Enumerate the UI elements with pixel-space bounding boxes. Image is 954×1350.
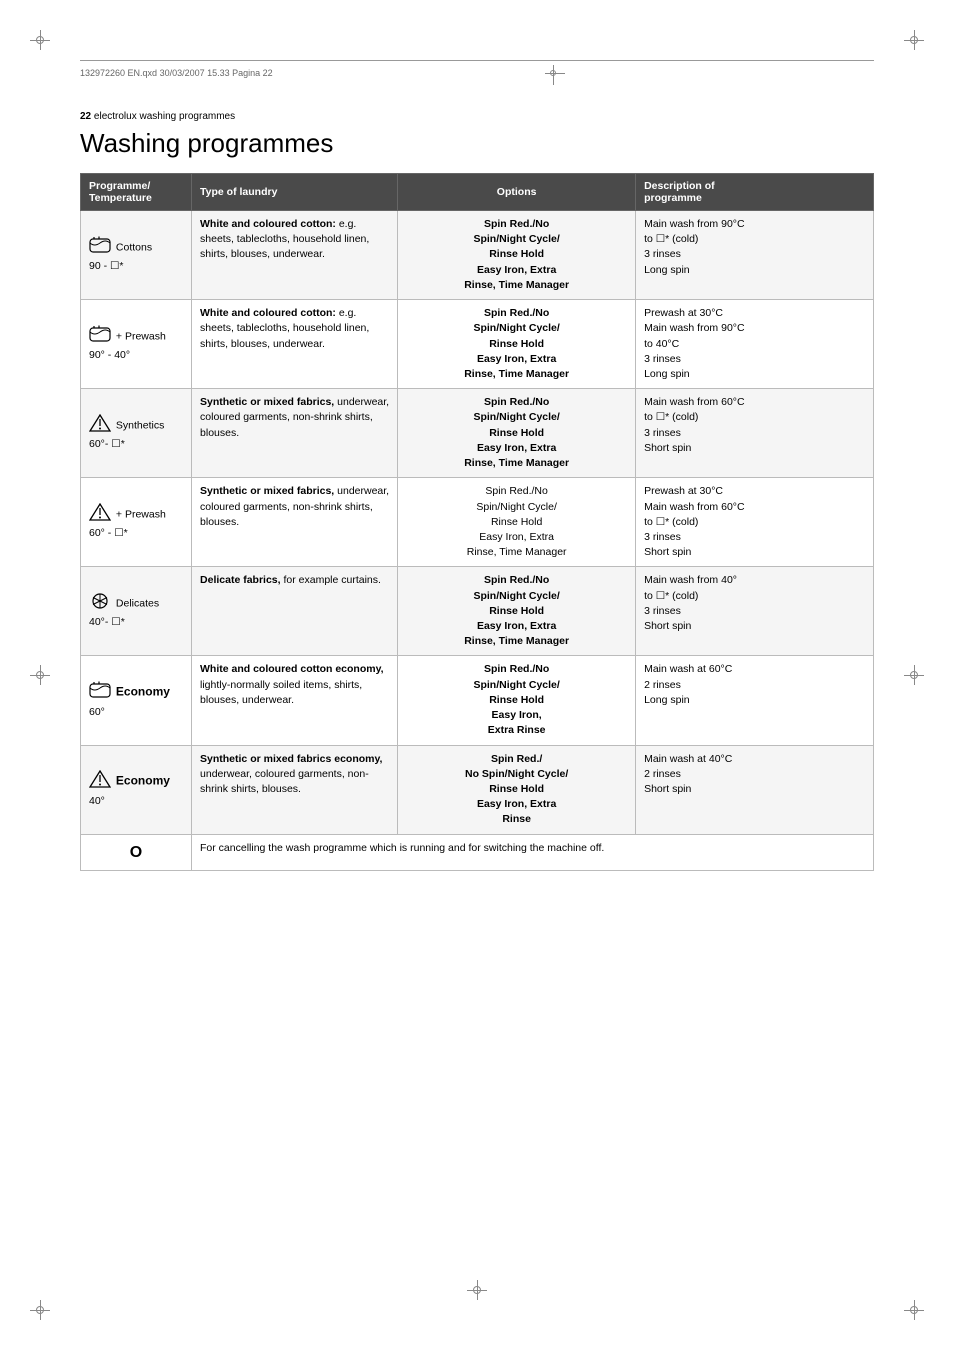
prog-temp-delicates: 40°- ☐* [89,615,183,630]
crosshair-bottom [467,1280,487,1300]
doc-file-info: 132972260 EN.qxd 30/03/2007 15.33 Pagina… [80,68,273,78]
crosshair-bl [30,1300,50,1320]
doc-info-bar: 132972260 EN.qxd 30/03/2007 15.33 Pagina… [80,60,874,81]
prog-temp-synthetics-prewash: 60° - ☐* [89,526,183,541]
programme-synthetics: Synthetics 60°- ☐* [81,389,192,478]
table-row: Economy 60° White and coloured cotton ec… [81,656,874,745]
crosshair-right [904,665,924,685]
programme-cottons: Cottons 90 - ☐* [81,211,192,300]
crosshair-tr [904,30,924,50]
page-subtitle: 22 electrolux washing programmes [80,111,874,122]
cancel-icon: O [130,844,142,861]
desc-synthetics: Main wash from 60°Cto ☐* (cold)3 rinsesS… [636,389,874,478]
prog-temp-synthetics: 60°- ☐* [89,437,183,452]
washing-programmes-table: Programme/Temperature Type of laundry Op… [80,173,874,871]
type-synthetics: Synthetic or mixed fabrics, underwear, c… [192,389,398,478]
table-row: + Prewash 60° - ☐* Synthetic or mixed fa… [81,478,874,567]
prog-temp-cottons: 90 - ☐* [89,259,183,274]
delicates-icon [89,592,111,615]
page-number: 22 [80,111,91,122]
type-synthetics-prewash: Synthetic or mixed fabrics, underwear, c… [192,478,398,567]
programme-cottons-prewash: + Prewash 90° - 40° [81,300,192,389]
desc-cottons-prewash: Prewash at 30°CMain wash from 90°Cto 40°… [636,300,874,389]
prog-name-economy-40: Economy [116,774,170,788]
programme-economy-40: Economy 40° [81,745,192,834]
cottons-icon [89,236,111,259]
desc-synthetics-prewash: Prewash at 30°CMain wash from 60°Cto ☐* … [636,478,874,567]
prog-temp-economy-40: 40° [89,794,183,809]
table-row: O For cancelling the wash programme whic… [81,834,874,870]
type-cottons: White and coloured cotton: e.g. sheets, … [192,211,398,300]
prog-name-cottons: Cottons [116,241,152,253]
table-row: + Prewash 90° - 40° White and coloured c… [81,300,874,389]
desc-cottons: Main wash from 90°Cto ☐* (cold)3 rinsesL… [636,211,874,300]
section-name: washing programmes [140,111,236,122]
type-cancel: For cancelling the wash programme which … [192,834,874,870]
type-economy-40: Synthetic or mixed fabrics economy, unde… [192,745,398,834]
prog-name-synthetics-prewash: + Prewash [116,509,166,521]
page: 132972260 EN.qxd 30/03/2007 15.33 Pagina… [0,0,954,1350]
col-header-description: Description ofprogramme [636,174,874,211]
col-header-programme: Programme/Temperature [81,174,192,211]
crosshair-br [904,1300,924,1320]
prog-name-delicates: Delicates [116,598,159,610]
prog-name-economy-60: Economy [116,685,170,699]
programme-synthetics-prewash: + Prewash 60° - ☐* [81,478,192,567]
desc-delicates: Main wash from 40°to ☐* (cold)3 rinsesSh… [636,567,874,656]
programme-economy-60: Economy 60° [81,656,192,745]
desc-economy-40: Main wash at 40°C2 rinsesShort spin [636,745,874,834]
prog-temp-cottons-prewash: 90° - 40° [89,348,183,363]
options-economy-40: Spin Red./No Spin/Night Cycle/Rinse Hold… [398,745,636,834]
economy-synth-icon [89,770,111,793]
programme-delicates: Delicates 40°- ☐* [81,567,192,656]
table-row: Delicates 40°- ☐* Delicate fabrics, for … [81,567,874,656]
desc-economy-60: Main wash at 60°C2 rinsesLong spin [636,656,874,745]
col-header-options: Options [398,174,636,211]
options-delicates: Spin Red./NoSpin/Night Cycle/Rinse HoldE… [398,567,636,656]
type-cottons-prewash: White and coloured cotton: e.g. sheets, … [192,300,398,389]
prog-temp-economy-60: 60° [89,705,183,720]
col-header-type: Type of laundry [192,174,398,211]
synthetics-prewash-icon [89,503,111,526]
crosshair-left [30,665,50,685]
options-synthetics: Spin Red./NoSpin/Night Cycle/Rinse HoldE… [398,389,636,478]
options-synthetics-prewash: Spin Red./NoSpin/Night Cycle/Rinse HoldE… [398,478,636,567]
type-economy-60: White and coloured cotton economy, light… [192,656,398,745]
crosshair-top-center [545,65,561,81]
table-row: Cottons 90 - ☐* White and coloured cotto… [81,211,874,300]
table-row: Synthetics 60°- ☐* Synthetic or mixed fa… [81,389,874,478]
table-row: Economy 40° Synthetic or mixed fabrics e… [81,745,874,834]
type-delicates: Delicate fabrics, for example curtains. [192,567,398,656]
table-header-row: Programme/Temperature Type of laundry Op… [81,174,874,211]
economy-cotton-icon [89,681,111,704]
crosshair-tl [30,30,50,50]
programme-cancel: O [81,834,192,870]
page-title: Washing programmes [80,128,874,159]
prog-name-synthetics: Synthetics [116,419,164,431]
cottons-prewash-icon [89,325,111,348]
brand-name: electrolux [94,111,137,122]
options-cottons-prewash: Spin Red./NoSpin/Night Cycle/Rinse HoldE… [398,300,636,389]
options-cottons: Spin Red./NoSpin/Night Cycle/Rinse HoldE… [398,211,636,300]
synthetics-icon [89,414,111,437]
prog-name-cottons-prewash: + Prewash [116,330,166,342]
options-economy-60: Spin Red./NoSpin/Night Cycle/Rinse HoldE… [398,656,636,745]
